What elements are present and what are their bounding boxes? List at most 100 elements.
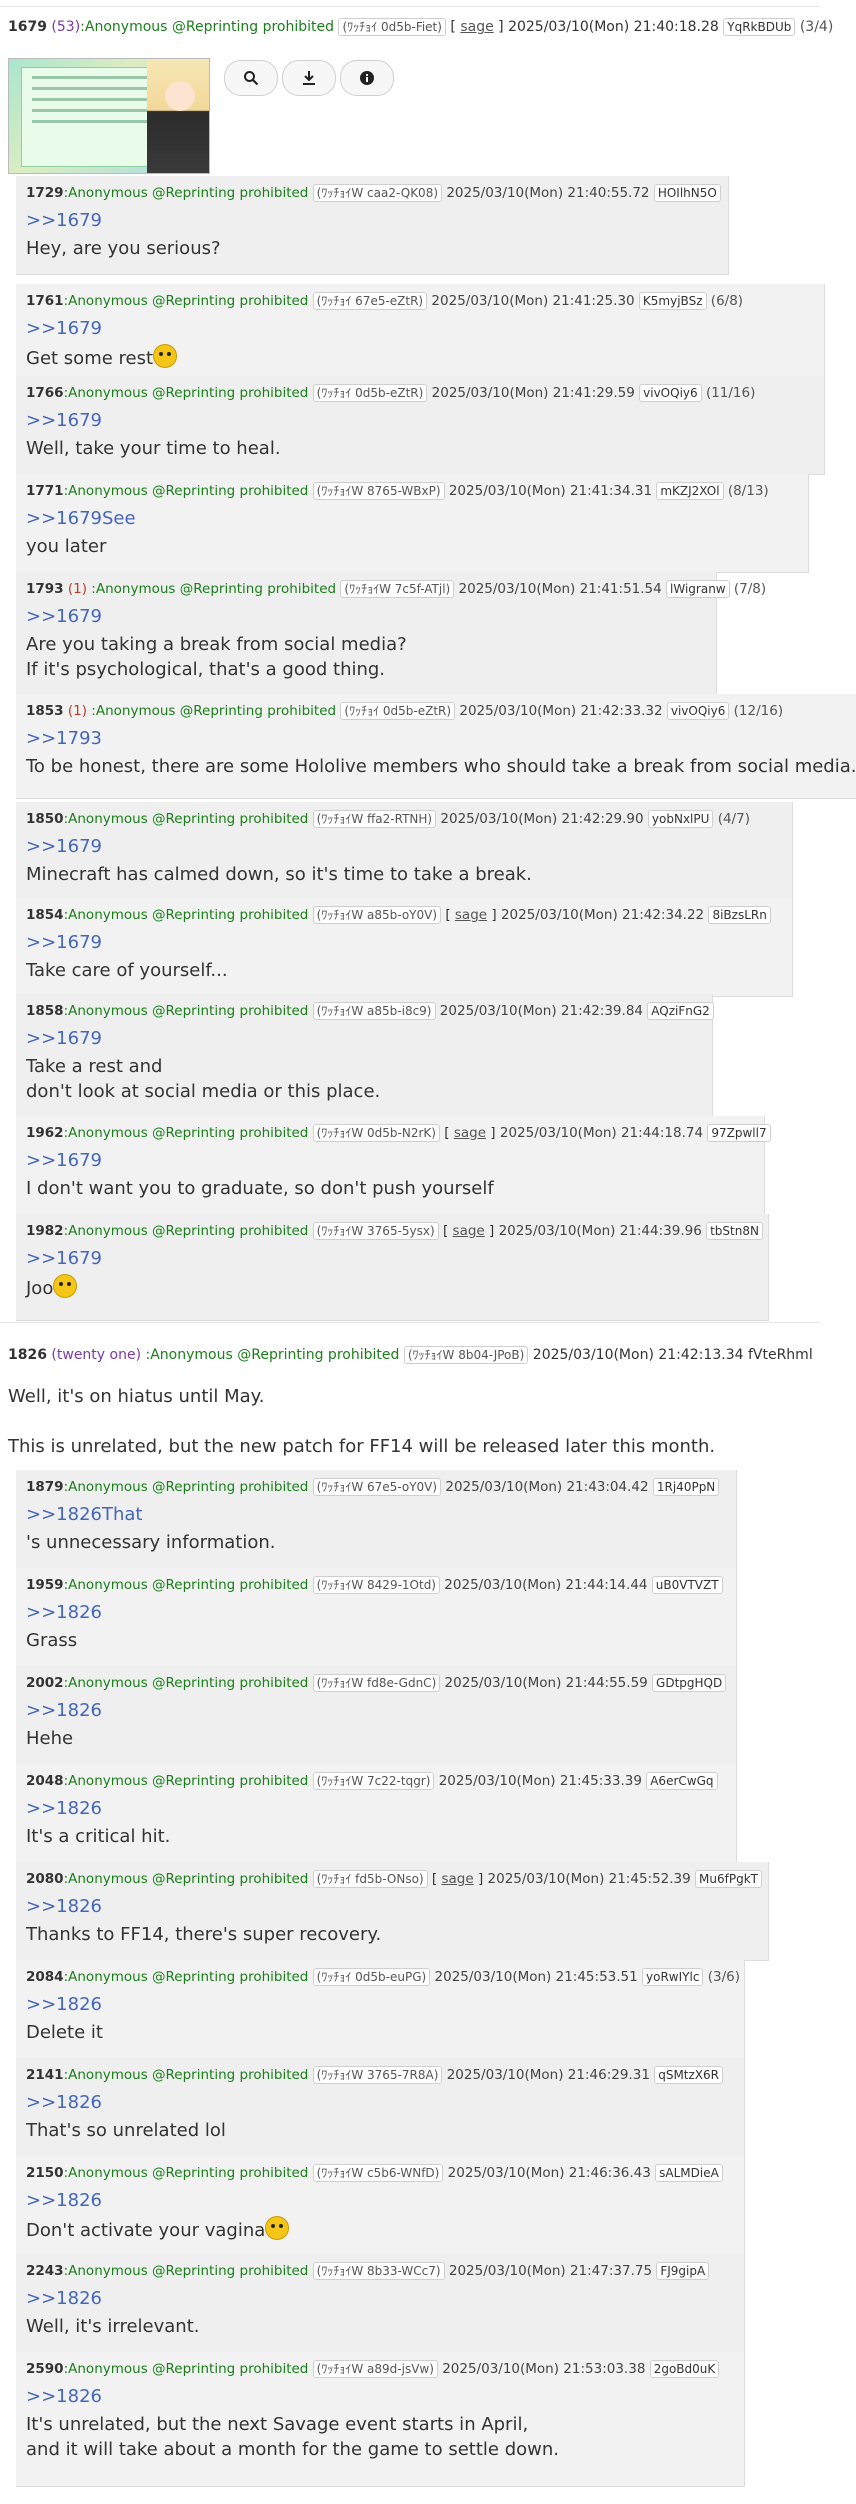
op-hash[interactable]: YqRkBDUb — [723, 18, 796, 36]
reply-hash[interactable]: 97Zpwll7 — [707, 1124, 771, 1142]
reply-quote-link[interactable]: >>1679 — [26, 606, 102, 627]
reply-id[interactable]: (ﾜｯﾁｮｲW 7c22-tqgr) — [312, 1772, 435, 1790]
reply-number[interactable]: 1761 — [26, 293, 64, 309]
reply-hash[interactable]: AQziFnG2 — [647, 1002, 714, 1020]
reply-number[interactable]: 1793 — [26, 581, 64, 597]
reply-number[interactable]: 2084 — [26, 1969, 64, 1985]
reply-number[interactable]: 1879 — [26, 1479, 64, 1495]
reply-number[interactable]: 2002 — [26, 1675, 64, 1691]
download-image-button[interactable] — [282, 60, 336, 96]
reply-hash[interactable]: Mu6fPgkT — [695, 1870, 762, 1888]
op2-reply-count[interactable]: (twenty one) — [51, 1347, 141, 1363]
reply-id[interactable]: (ﾜｯﾁｮｲW 8765-WBxP) — [312, 482, 445, 500]
reply-number[interactable]: 1766 — [26, 385, 64, 401]
reply-quote-link[interactable]: >>1826 — [26, 1896, 102, 1917]
reply-id[interactable]: (ﾜｯﾁｮｲW 3765-5ysx) — [312, 1222, 439, 1240]
op2-hash[interactable]: fVteRhml — [748, 1347, 813, 1363]
reply-id[interactable]: (ﾜｯﾁｮｲ 0d5b-euPG) — [312, 1968, 431, 1986]
reply-quote-link[interactable]: >>1826 — [26, 2190, 102, 2211]
reply-id[interactable]: (ﾜｯﾁｮｲW fd8e-GdnC) — [312, 1674, 441, 1692]
reply-id[interactable]: (ﾜｯﾁｮｲW 67e5-oY0V) — [312, 1478, 442, 1496]
reply-hash[interactable]: K5myjBSz — [638, 292, 707, 310]
reply-id-count[interactable]: (12/16) — [734, 703, 783, 719]
reply-id-count[interactable]: (4/7) — [718, 811, 750, 827]
reply-hash[interactable]: qSMtzX6R — [654, 2066, 723, 2084]
reply-quote-link[interactable]: >>1679 — [26, 1150, 102, 1171]
reply-number[interactable]: 1982 — [26, 1223, 64, 1239]
reply-number[interactable]: 1850 — [26, 811, 64, 827]
reply-hash[interactable]: yobNxlPU — [647, 810, 714, 828]
reply-quote-link[interactable]: >>1679 — [26, 410, 102, 431]
reply-number[interactable]: 1771 — [26, 483, 64, 499]
reply-hash[interactable]: uB0VTVZT — [651, 1576, 723, 1594]
reply-quote-link[interactable]: >>1826 — [26, 2092, 102, 2113]
reply-id[interactable]: (ﾜｯﾁｮｲW 8429-1Otd) — [312, 1576, 440, 1594]
reply-quote-link[interactable]: >>1826 — [26, 2288, 102, 2309]
reply-number[interactable]: 2590 — [26, 2361, 64, 2377]
op2-number[interactable]: 1826 — [8, 1347, 47, 1363]
reply-id[interactable]: (ﾜｯﾁｮｲ 67e5-eZtR) — [312, 292, 428, 310]
reply-hash[interactable]: FJ9gipA — [656, 2262, 710, 2280]
reply-hash[interactable]: sALMDieA — [655, 2164, 723, 2182]
op-thumbnail-image[interactable] — [8, 58, 210, 174]
reply-quote-link[interactable]: >>1679 — [26, 836, 102, 857]
reply-id[interactable]: (ﾜｯﾁｮｲ fd5b-ONso) — [312, 1870, 428, 1888]
reply-id[interactable]: (ﾜｯﾁｮｲW ffa2-RTNH) — [312, 810, 437, 828]
image-info-button[interactable] — [340, 60, 394, 96]
reply-hash[interactable]: lWigranw — [666, 580, 730, 598]
reply-number[interactable]: 1854 — [26, 907, 64, 923]
reply-quote-link[interactable]: >>1679See — [26, 508, 136, 529]
reply-number[interactable]: 1853 — [26, 703, 64, 719]
reply-hash[interactable]: mKZJ2XOl — [656, 482, 724, 500]
reply-number[interactable]: 2243 — [26, 2263, 64, 2279]
reply-id[interactable]: (ﾜｯﾁｮｲ 0d5b-eZtR) — [312, 384, 428, 402]
reply-id-count[interactable]: (11/16) — [706, 385, 755, 401]
reply-hash[interactable]: yoRwIYlc — [642, 1968, 704, 1986]
reply-quote-link[interactable]: >>1679 — [26, 932, 102, 953]
reply-id-count[interactable]: (7/8) — [734, 581, 766, 597]
reply-number[interactable]: 2080 — [26, 1871, 64, 1887]
op-reply-count[interactable]: (53) — [51, 19, 80, 35]
reply-hash[interactable]: 8iBzsLRn — [708, 906, 771, 924]
reply-id[interactable]: (ﾜｯﾁｮｲ 0d5b-eZtR) — [340, 702, 456, 720]
reply-number[interactable]: 1962 — [26, 1125, 64, 1141]
reply-hash[interactable]: HOIlhN5O — [653, 184, 721, 202]
reply-id[interactable]: (ﾜｯﾁｮｲW 3765-7R8A) — [312, 2066, 443, 2084]
reply-hash[interactable]: A6erCwGq — [646, 1772, 718, 1790]
reply-quote-link[interactable]: >>1793 — [26, 728, 102, 749]
op2-id[interactable]: (ﾜｯﾁｮｲW 8b04-JPoB) — [403, 1346, 529, 1364]
reply-number[interactable]: 1729 — [26, 185, 64, 201]
reply-quote-link[interactable]: >>1826 — [26, 1994, 102, 2015]
reply-quote-link[interactable]: >>1826 — [26, 1602, 102, 1623]
reply-hash[interactable]: vivOQiy6 — [639, 384, 702, 402]
reply-id[interactable]: (ﾜｯﾁｮｲW a85b-oY0V) — [312, 906, 442, 924]
reply-quote-link[interactable]: >>1826 — [26, 1798, 102, 1819]
reply-quote-link[interactable]: >>1826That — [26, 1504, 142, 1525]
reply-id[interactable]: (ﾜｯﾁｮｲW a89d-jsVw) — [312, 2360, 438, 2378]
reply-id[interactable]: (ﾜｯﾁｮｲW 8b33-WCc7) — [312, 2262, 445, 2280]
reply-quote-link[interactable]: >>1679 — [26, 1028, 102, 1049]
reply-hash[interactable]: 2goBd0uK — [649, 2360, 720, 2378]
reply-number[interactable]: 2141 — [26, 2067, 64, 2083]
reply-id-count[interactable]: (6/8) — [711, 293, 743, 309]
reply-number[interactable]: 1858 — [26, 1003, 64, 1019]
reply-hash[interactable]: vivOQiy6 — [666, 702, 730, 720]
reply-quote-link[interactable]: >>1679 — [26, 210, 102, 231]
reply-quote-link[interactable]: >>1826 — [26, 2386, 102, 2407]
search-image-button[interactable] — [224, 60, 278, 96]
reply-count-badge[interactable]: (1) — [68, 703, 87, 719]
op-number[interactable]: 1679 — [8, 19, 47, 35]
reply-hash[interactable]: GDtpgHQD — [652, 1674, 727, 1692]
reply-quote-link[interactable]: >>1679 — [26, 318, 102, 339]
op-id[interactable]: (ﾜｯﾁｮｲ 0d5b-Fiet) — [338, 18, 446, 36]
reply-id[interactable]: (ﾜｯﾁｮｲW c5b6-WNfD) — [312, 2164, 444, 2182]
reply-id[interactable]: (ﾜｯﾁｮｲW 0d5b-N2rK) — [312, 1124, 440, 1142]
reply-quote-link[interactable]: >>1679 — [26, 1248, 102, 1269]
reply-number[interactable]: 2048 — [26, 1773, 64, 1789]
reply-id[interactable]: (ﾜｯﾁｮｲW caa2-QK08) — [312, 184, 443, 202]
reply-id[interactable]: (ﾜｯﾁｮｲW 7c5f-ATjl) — [340, 580, 455, 598]
reply-hash[interactable]: tbStn8N — [706, 1222, 763, 1240]
op-id-count[interactable]: (3/4) — [800, 19, 833, 35]
reply-number[interactable]: 2150 — [26, 2165, 64, 2181]
reply-id[interactable]: (ﾜｯﾁｮｲW a85b-i8c9) — [312, 1002, 436, 1020]
